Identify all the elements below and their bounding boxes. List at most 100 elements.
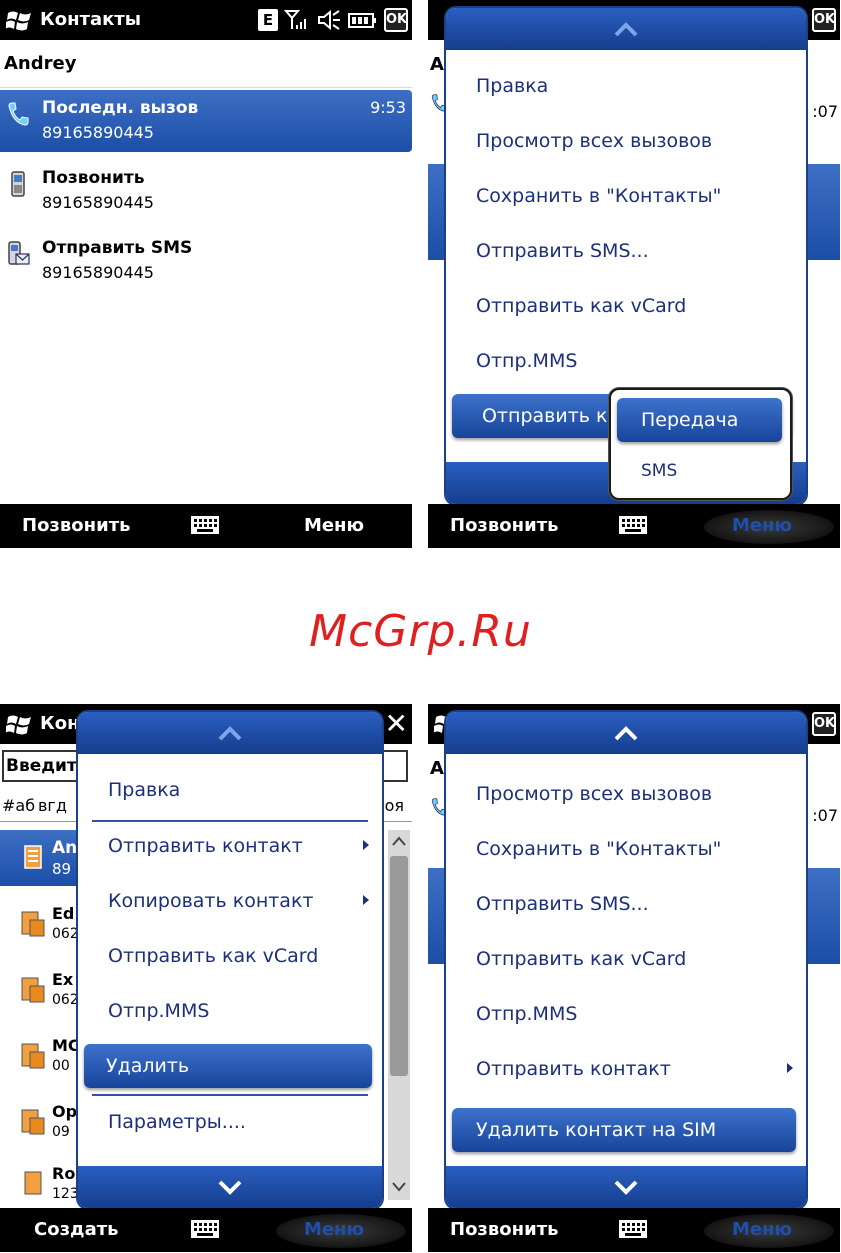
watermark: McGrp.Ru <box>309 606 532 657</box>
mobile-phone-icon <box>11 171 25 197</box>
softkey-bar: Позвонить Меню <box>0 504 412 548</box>
menu-divider <box>92 1094 368 1096</box>
menu-item-send-mms[interactable]: Отпр.MMS <box>78 989 382 1033</box>
menu-item-settings[interactable]: Параметры.... <box>78 1100 382 1144</box>
selected-row-fragment <box>808 868 840 964</box>
row-label: Позвонить <box>42 168 145 188</box>
contact-name: Andrey <box>0 40 412 88</box>
softkey-menu[interactable]: Меню <box>304 1219 364 1240</box>
menu-item-send-contact[interactable]: Отправить контакт <box>446 1047 806 1091</box>
softkey-call[interactable]: Позвонить <box>450 515 559 536</box>
softkey-menu[interactable]: Меню <box>732 515 792 536</box>
chevron-right-icon <box>363 895 369 905</box>
list-item-selected[interactable]: An 89 <box>0 830 90 886</box>
scrollbar-thumb[interactable] <box>390 856 408 1076</box>
menu-scroll-up[interactable] <box>446 712 806 754</box>
list-item[interactable]: Ro 123 <box>20 1162 80 1208</box>
softkey-menu[interactable]: Меню <box>732 1219 792 1240</box>
contact-card-icon <box>21 1043 45 1069</box>
network-type-icon: E <box>258 9 278 31</box>
chevron-up-icon <box>614 22 638 37</box>
status-icons: OK <box>812 712 836 736</box>
keyboard-icon[interactable] <box>618 514 648 536</box>
menu-item-send-vcard[interactable]: Отправить как vCard <box>78 934 382 978</box>
row-label: Последн. вызов <box>42 98 199 118</box>
call-time-fragment: :07 <box>812 102 838 121</box>
battery-icon[interactable] <box>348 9 378 31</box>
row-label: Отправить SMS <box>42 238 193 258</box>
contact-card-icon <box>24 1171 42 1195</box>
chevron-down-icon <box>218 1180 242 1195</box>
menu-item-send-contact[interactable]: Отправить контакт <box>78 824 382 868</box>
menu-item-edit[interactable]: Правка <box>78 768 382 812</box>
softkey-bar: Позвонить Меню <box>428 504 840 548</box>
ok-button[interactable]: OK <box>812 8 836 32</box>
menu-item-save-to-contacts[interactable]: Сохранить в "Контакты" <box>446 827 806 871</box>
list-item[interactable]: Op 09 <box>20 1100 80 1146</box>
windows-start-icon[interactable] <box>6 713 34 735</box>
chevron-down-icon <box>614 1180 638 1195</box>
softkey-create[interactable]: Создать <box>34 1219 119 1240</box>
windows-start-icon[interactable] <box>6 9 34 31</box>
menu-scroll-up[interactable] <box>446 8 806 50</box>
menu-item-delete[interactable]: Удалить <box>84 1044 372 1088</box>
ok-button[interactable]: OK <box>812 712 836 736</box>
chevron-right-icon <box>787 1063 793 1073</box>
menu-item-save-to-contacts[interactable]: Сохранить в "Контакты" <box>446 174 806 218</box>
signal-icon[interactable] <box>284 9 310 31</box>
menu-item-send-mms[interactable]: Отпр.MMS <box>446 992 806 1036</box>
status-bar: Контакты E OK <box>0 0 412 40</box>
menu-item-send-vcard[interactable]: Отправить как vCard <box>446 937 806 981</box>
selected-row-fragment <box>808 164 840 260</box>
status-icons: E OK <box>258 8 408 32</box>
menu-item-send-sms[interactable]: Отправить SMS... <box>446 229 806 273</box>
row-number: 89165890445 <box>42 263 154 282</box>
softkey-call[interactable]: Позвонить <box>22 515 131 536</box>
menu-item-view-all-calls[interactable]: Просмотр всех вызовов <box>446 119 806 163</box>
menu-divider <box>92 820 368 822</box>
row-call[interactable]: Позвонить 89165890445 <box>0 160 412 222</box>
row-last-call[interactable]: Последн. вызов 9:53 89165890445 <box>0 90 412 152</box>
chevron-up-icon <box>614 726 638 741</box>
close-icon[interactable]: ✕ <box>385 710 408 738</box>
ok-button[interactable]: OK <box>384 8 408 32</box>
row-number: 89165890445 <box>42 123 154 142</box>
contact-card-icon <box>21 977 45 1003</box>
app-title: Контакты <box>40 9 142 30</box>
status-icons: OK <box>812 8 836 32</box>
menu-item-send-mms[interactable]: Отпр.MMS <box>446 339 806 383</box>
keyboard-icon[interactable] <box>190 514 220 536</box>
phone-call-icon <box>8 102 29 126</box>
screen-context-menu-send: OK An :07 Правка Просмотр всех вызовов С… <box>428 0 840 548</box>
menu-scroll-down[interactable] <box>78 1166 382 1208</box>
screen-contact-list-menu: Конт ✕ Введит #аб вгд оя An 89 Ed 062 Ex… <box>0 704 412 1252</box>
list-scrollbar[interactable] <box>388 830 410 1200</box>
row-send-sms[interactable]: Отправить SMS 89165890445 <box>0 230 412 292</box>
keyboard-icon[interactable] <box>618 1218 648 1240</box>
selected-row-fragment-left <box>428 868 448 964</box>
chevron-right-icon <box>363 840 369 850</box>
chevron-up-icon <box>392 836 406 846</box>
chevron-down-icon <box>392 1182 406 1192</box>
menu-item-edit[interactable]: Правка <box>446 64 806 108</box>
softkey-bar: Создать Меню <box>0 1208 412 1252</box>
menu-item-send-sms[interactable]: Отправить SMS... <box>446 882 806 926</box>
volume-icon[interactable] <box>316 9 342 31</box>
menu-item-copy-contact[interactable]: Копировать контакт <box>78 879 382 923</box>
menu-scroll-up[interactable] <box>78 712 382 754</box>
keyboard-icon[interactable] <box>190 1218 220 1240</box>
list-item[interactable]: Ex 062 <box>20 968 80 1014</box>
list-item[interactable]: Ed 062 <box>20 902 80 948</box>
submenu-item-beam[interactable]: Передача <box>617 398 782 442</box>
softkey-menu[interactable]: Меню <box>304 515 364 536</box>
softkey-call[interactable]: Позвонить <box>450 1219 559 1240</box>
chevron-up-icon <box>218 726 242 741</box>
submenu-item-sms[interactable]: SMS <box>611 450 790 494</box>
context-menu: Правка Отправить контакт Копировать конт… <box>78 712 382 1208</box>
list-item[interactable]: MC 00 <box>20 1034 80 1080</box>
submenu-send: Передача SMS <box>609 388 792 500</box>
menu-item-send-vcard[interactable]: Отправить как vCard <box>446 284 806 328</box>
menu-scroll-down[interactable] <box>446 1166 806 1208</box>
menu-item-delete-sim-contact[interactable]: Удалить контакт на SIM <box>452 1108 796 1152</box>
menu-item-view-all-calls[interactable]: Просмотр всех вызовов <box>446 772 806 816</box>
